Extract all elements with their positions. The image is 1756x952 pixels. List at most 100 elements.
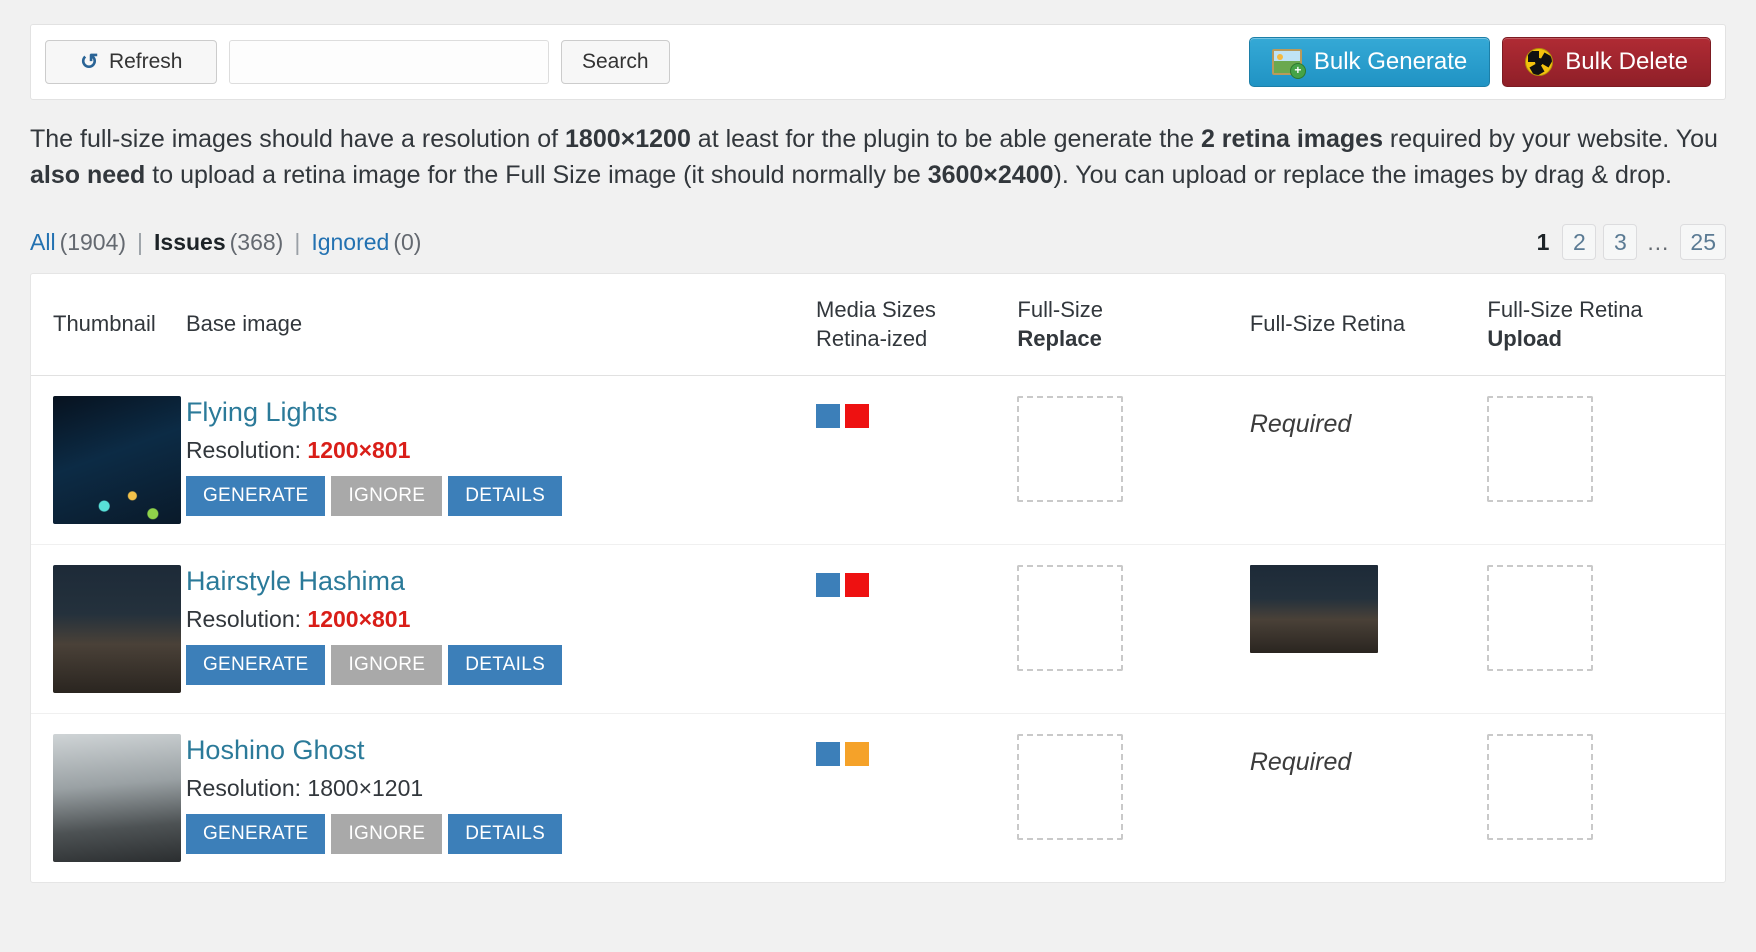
media-size-swatch	[816, 742, 840, 766]
generate-button[interactable]: GENERATE	[186, 814, 326, 854]
generate-button[interactable]: GENERATE	[186, 476, 326, 516]
description-text: The full-size images should have a resol…	[30, 122, 1720, 193]
description-part-2: at least for the plugin to be able gener…	[691, 125, 1201, 153]
media-size-swatches	[816, 565, 1017, 597]
filter-separator-1: |	[137, 229, 143, 256]
cell-full-size-retina	[1250, 545, 1488, 714]
header-full-size-retina-upload: Full-Size Retina Upload	[1487, 274, 1725, 376]
media-table-panel: Thumbnail Base image Media Sizes Retina-…	[30, 273, 1726, 883]
resolution-prefix: Resolution:	[186, 606, 307, 632]
header-base-image: Base image	[186, 274, 816, 376]
cell-full-size-replace	[1017, 376, 1249, 545]
description-bold-1: 1800×1200	[565, 125, 691, 153]
header-upload-line1: Full-Size Retina	[1487, 297, 1642, 322]
search-button[interactable]: Search	[561, 40, 670, 84]
header-media-sizes: Media Sizes Retina-ized	[816, 274, 1017, 376]
resolution-text: Resolution: 1800×1201	[186, 775, 816, 802]
filter-bar: All(1904) | Issues(368) | Ignored(0) 1 2…	[30, 221, 1726, 263]
details-button[interactable]: DETAILS	[448, 814, 562, 854]
toolbar: ↻ Refresh Search + Bulk Generate Bulk De…	[30, 24, 1726, 100]
full-size-replace-dropzone[interactable]	[1017, 734, 1123, 840]
details-button[interactable]: DETAILS	[448, 645, 562, 685]
filter-issues-count: (368)	[230, 229, 284, 256]
description-part-1: The full-size images should have a resol…	[30, 125, 565, 153]
refresh-button[interactable]: ↻ Refresh	[45, 40, 217, 84]
media-size-swatch	[816, 573, 840, 597]
header-upload-line2: Upload	[1487, 325, 1725, 354]
media-title-link[interactable]: Hairstyle Hashima	[186, 567, 816, 597]
search-input[interactable]	[229, 40, 549, 84]
filter-ignored[interactable]: Ignored	[311, 229, 389, 256]
media-size-swatch	[845, 573, 869, 597]
filter-separator-2: |	[294, 229, 300, 256]
description-part-3: required by your website. You	[1383, 125, 1718, 153]
media-size-swatch	[816, 404, 840, 428]
filter-all-label: All	[30, 229, 56, 255]
media-size-swatch	[845, 404, 869, 428]
image-add-icon: +	[1272, 49, 1302, 75]
cell-media-sizes	[816, 376, 1017, 545]
resolution-text: Resolution: 1200×801	[186, 437, 816, 464]
full-size-retina-upload-dropzone[interactable]	[1487, 565, 1593, 671]
bulk-generate-label: Bulk Generate	[1314, 48, 1467, 76]
pagination-page-3[interactable]: 3	[1603, 224, 1637, 260]
cell-base-image: Hoshino Ghost Resolution: 1800×1201 GENERA…	[186, 714, 816, 883]
media-size-swatch	[845, 742, 869, 766]
cell-thumbnail	[31, 714, 186, 883]
cell-full-size-replace	[1017, 714, 1249, 883]
cell-media-sizes	[816, 714, 1017, 883]
pagination-current-page: 1	[1531, 229, 1556, 256]
row-actions: GENERATEIGNOREDETAILS	[186, 645, 816, 685]
pagination-last-page[interactable]: 25	[1680, 224, 1726, 260]
filter-ignored-count: (0)	[393, 229, 421, 256]
cell-full-size-retina: Required	[1250, 714, 1488, 883]
media-size-swatches	[816, 734, 1017, 766]
media-table-header-row: Thumbnail Base image Media Sizes Retina-…	[31, 274, 1725, 376]
full-size-retina-upload-dropzone[interactable]	[1487, 396, 1593, 502]
filter-ignored-label: Ignored	[311, 229, 389, 255]
cell-media-sizes	[816, 545, 1017, 714]
description-part-4: to upload a retina image for the Full Si…	[145, 161, 927, 189]
cell-full-size-retina-upload	[1487, 714, 1725, 883]
filter-issues[interactable]: Issues	[154, 229, 226, 256]
resolution-value: 1200×801	[307, 437, 410, 463]
cell-thumbnail	[31, 545, 186, 714]
radioactive-icon	[1525, 48, 1553, 76]
table-row: Hoshino Ghost Resolution: 1800×1201 GENERA…	[31, 714, 1725, 883]
resolution-prefix: Resolution:	[186, 437, 307, 463]
header-media-sizes-line1: Media Sizes	[816, 297, 936, 322]
cell-base-image: Hairstyle HashimaResolution: 1200×801GEN…	[186, 545, 816, 714]
media-title-link[interactable]: Flying Lights	[186, 398, 816, 428]
bulk-delete-label: Bulk Delete	[1565, 48, 1688, 76]
cell-thumbnail	[31, 376, 186, 545]
row-actions: GENERATEIGNOREDETAILS	[186, 814, 816, 854]
description-bold-2: 2 retina images	[1201, 125, 1383, 153]
ignore-button[interactable]: IGNORE	[331, 645, 442, 685]
full-size-retina-required-label: Required	[1250, 734, 1351, 777]
media-title-link[interactable]: Hoshino Ghost	[186, 736, 816, 766]
bulk-generate-button[interactable]: + Bulk Generate	[1249, 37, 1490, 87]
full-size-retina-required-label: Required	[1250, 396, 1351, 439]
cell-full-size-retina-upload	[1487, 376, 1725, 545]
pagination: 1 2 3 … 25	[1531, 224, 1726, 260]
media-table: Thumbnail Base image Media Sizes Retina-…	[31, 274, 1725, 882]
header-full-size-retina: Full-Size Retina	[1250, 274, 1488, 376]
ignore-button[interactable]: IGNORE	[331, 814, 442, 854]
pagination-page-2[interactable]: 2	[1562, 224, 1596, 260]
details-button[interactable]: DETAILS	[448, 476, 562, 516]
header-media-sizes-line2: Retina-ized	[816, 326, 927, 351]
filter-issues-label: Issues	[154, 229, 226, 255]
refresh-icon: ↻	[80, 51, 98, 73]
full-size-replace-dropzone[interactable]	[1017, 396, 1123, 502]
filter-all[interactable]: All	[30, 229, 56, 256]
bulk-actions: + Bulk Generate Bulk Delete	[1249, 37, 1711, 87]
ignore-button[interactable]: IGNORE	[331, 476, 442, 516]
row-actions: GENERATEIGNOREDETAILS	[186, 476, 816, 516]
bulk-delete-button[interactable]: Bulk Delete	[1502, 37, 1711, 87]
thumbnail-image	[53, 565, 181, 693]
generate-button[interactable]: GENERATE	[186, 645, 326, 685]
resolution-value: 1800×1201	[307, 775, 423, 801]
full-size-retina-upload-dropzone[interactable]	[1487, 734, 1593, 840]
media-size-swatches	[816, 396, 1017, 428]
full-size-replace-dropzone[interactable]	[1017, 565, 1123, 671]
